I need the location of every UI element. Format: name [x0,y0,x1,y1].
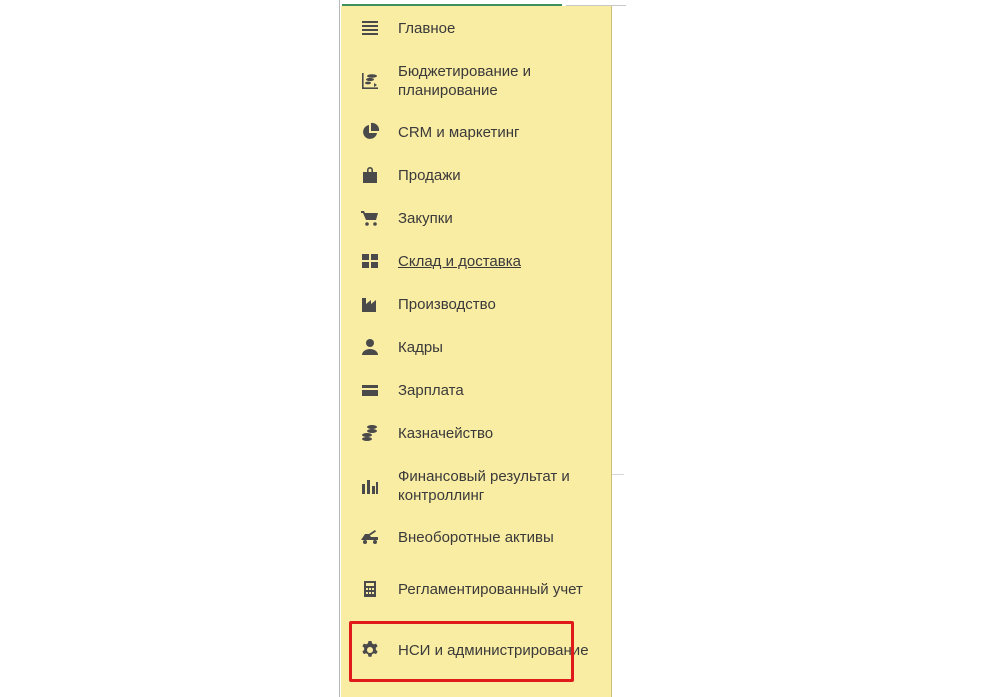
section-label: Внеоборотные активы [398,528,554,546]
section-label: Зарплата [398,381,464,399]
section-label: Кадры [398,338,443,356]
section-item-sales[interactable]: Продажи [341,164,612,186]
window-divider [339,0,340,697]
section-item-warehouse[interactable]: Склад и доставка [341,250,612,272]
coins-icon [359,422,381,444]
section-item-personnel[interactable]: Кадры [341,336,612,358]
highlight-frame [349,621,574,682]
cart-icon [359,207,381,229]
section-item-production[interactable]: Производство [341,293,612,315]
sections-panel: Главное Бюджетирование и планирование CR… [341,6,612,697]
section-item-budgeting[interactable]: Бюджетирование и планирование [341,61,612,101]
calculator-icon [359,578,381,600]
section-item-financial-result[interactable]: Финансовый результат и контроллинг [341,466,612,506]
section-label: CRM и маркетинг [398,123,520,141]
section-label: Продажи [398,166,461,184]
section-label: Бюджетирование и планирование [398,63,532,99]
section-label: Производство [398,295,496,313]
section-item-purchases[interactable]: Закупки [341,207,612,229]
section-label: Склад и доставка [398,252,521,270]
section-label: Главное [398,19,456,37]
section-item-main[interactable]: Главное [341,17,612,39]
truck-icon [359,526,381,548]
budget-chart-icon [359,70,381,92]
section-item-fixed-assets[interactable]: Внеоборотные активы [341,526,612,548]
warehouse-grid-icon [359,250,381,272]
section-item-crm[interactable]: CRM и маркетинг [341,121,612,143]
section-item-regulated-accounting[interactable]: Регламентированный учет [341,569,612,609]
background-divider [612,474,624,475]
section-label: Закупки [398,209,453,227]
shopping-bag-icon [359,164,381,186]
section-label: Регламентированный учет [398,580,583,598]
section-item-treasury[interactable]: Казначейство [341,422,612,444]
pie-chart-icon [359,121,381,143]
person-icon [359,336,381,358]
section-item-payroll[interactable]: Зарплата [341,379,612,401]
section-label: Казначейство [398,424,494,442]
list-icon [359,17,381,39]
section-label: Финансовый результат и контроллинг [398,468,570,504]
factory-icon [359,293,381,315]
wallet-card-icon [359,379,381,401]
bar-chart-icon [359,475,381,497]
